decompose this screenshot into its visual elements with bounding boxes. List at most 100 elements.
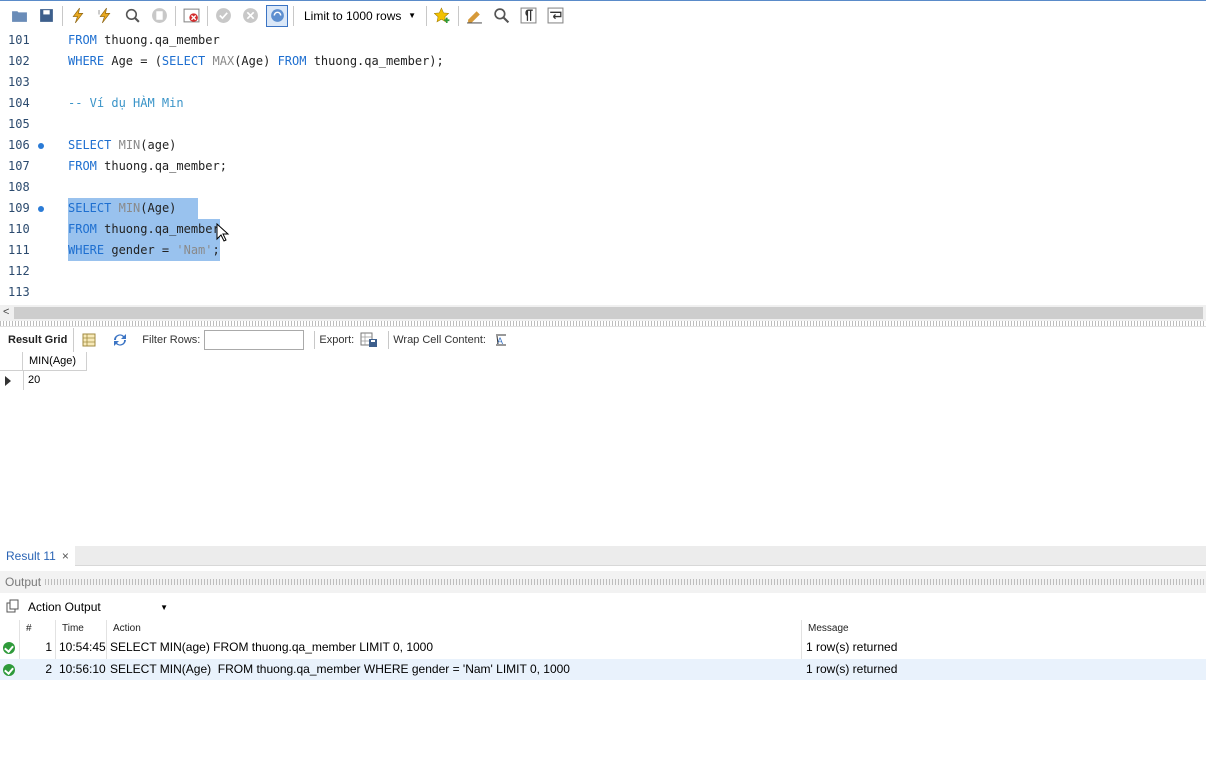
code-line[interactable]: 103 <box>0 72 1206 93</box>
column-header[interactable]: MIN(Age) <box>23 352 87 371</box>
code-line[interactable]: 108 <box>0 177 1206 198</box>
mouse-cursor-icon <box>216 223 230 242</box>
code-text: FROM thuong.qa_member <box>68 33 220 47</box>
filter-rows-input[interactable] <box>204 330 305 350</box>
export-icon[interactable] <box>360 332 378 348</box>
line-number: 106 <box>8 138 30 152</box>
toolbar-separator <box>207 5 208 26</box>
code-line[interactable]: 106 SELECT MIN(age) <box>0 135 1206 156</box>
open-folder-icon[interactable] <box>8 5 30 27</box>
line-number: 111 <box>8 243 30 257</box>
chevron-down-icon: ▼ <box>408 11 416 20</box>
code-line[interactable]: 101 FROM thuong.qa_member <box>0 30 1206 51</box>
copy-icon[interactable] <box>6 599 20 616</box>
code-line[interactable]: 110 FROM thuong.qa_member <box>0 219 1206 240</box>
sql-editor[interactable]: 101 FROM thuong.qa_member 102 WHERE Age = (… <box>0 30 1206 305</box>
code-text: -- Ví dụ HÀM Min <box>68 96 184 110</box>
output-grip[interactable] <box>45 579 1206 585</box>
stop-icon[interactable] <box>148 5 170 27</box>
table-header-row: # Time Action Message <box>0 620 1206 638</box>
autocommit-icon[interactable] <box>266 4 288 27</box>
invisible-chars-icon[interactable] <box>517 5 539 27</box>
toolbar-separator <box>62 5 63 26</box>
scroll-left-icon[interactable]: < <box>3 306 9 318</box>
find-icon[interactable] <box>490 5 512 27</box>
code-text: SELECT MIN(Age) <box>68 198 199 219</box>
line-number: 113 <box>8 285 30 299</box>
statement-marker-icon[interactable] <box>38 143 44 149</box>
header-time: Time <box>62 623 84 634</box>
row-action: SELECT MIN(Age) FROM thuong.qa_member WH… <box>110 662 570 676</box>
table-row[interactable]: 20 <box>0 371 88 390</box>
bookmark-icon[interactable] <box>431 5 453 27</box>
code-line[interactable]: 111 WHERE gender = 'Nam'; <box>0 240 1206 261</box>
panel-splitter[interactable] <box>0 321 1206 327</box>
wrap-icon[interactable] <box>544 5 566 27</box>
success-icon <box>3 637 19 654</box>
row-time: 10:54:45 <box>59 640 106 654</box>
tab-result-11[interactable]: Result 11 × <box>0 546 75 566</box>
explain-icon[interactable] <box>121 5 143 27</box>
line-number: 102 <box>8 54 30 68</box>
line-number: 112 <box>8 264 30 278</box>
code-line[interactable]: 102 WHERE Age = (SELECT MAX(Age) FROM thu… <box>0 51 1206 72</box>
commit-icon[interactable] <box>212 5 234 27</box>
row-message: 1 row(s) returned <box>806 662 898 676</box>
output-title: Output <box>5 575 42 589</box>
result-toolbar: Result Grid Filter Rows: Export: Wrap Ce… <box>0 328 1206 352</box>
scrollbar-thumb[interactable] <box>14 307 1203 319</box>
statement-marker-icon[interactable] <box>38 206 44 212</box>
execute-current-icon[interactable]: I <box>94 5 116 27</box>
line-number: 107 <box>8 159 30 173</box>
save-icon[interactable] <box>35 5 57 27</box>
grid-corner[interactable] <box>0 352 23 371</box>
wrap-cell-content-label: Wrap Cell Content: <box>393 334 486 346</box>
code-line[interactable]: 104 -- Ví dụ HÀM Min <box>0 93 1206 114</box>
beautify-icon[interactable] <box>463 5 485 27</box>
result-grid-tab[interactable]: Result Grid <box>0 328 75 352</box>
wrap-cell-content-icon[interactable]: A <box>494 333 508 347</box>
line-number: 110 <box>8 222 30 236</box>
line-number: 105 <box>8 117 30 131</box>
code-line[interactable]: 112 <box>0 261 1206 282</box>
output-type-label: Action Output <box>28 600 101 614</box>
code-line[interactable]: 105 <box>0 114 1206 135</box>
toolbar-separator <box>175 5 176 26</box>
output-type-select[interactable]: Action Output ▼ <box>24 597 172 617</box>
output-panel-header: Output <box>0 571 1206 593</box>
svg-text:I: I <box>98 9 100 16</box>
table-row[interactable]: 1 10:54:45 SELECT MIN(age) FROM thuong.q… <box>0 637 1206 658</box>
row-num: 1 <box>45 640 52 654</box>
grid-cell[interactable]: 20 <box>23 371 87 390</box>
close-icon[interactable]: × <box>62 547 69 566</box>
row-time: 10:56:10 <box>59 662 106 676</box>
toolbar-separator <box>426 5 427 26</box>
header-action: Action <box>113 623 141 634</box>
result-tab-label: Result 11 <box>6 548 56 563</box>
row-num: 2 <box>45 662 52 676</box>
code-line[interactable]: 109 SELECT MIN(Age) <box>0 198 1206 219</box>
header-message: Message <box>808 623 849 634</box>
limit-rows-label: Limit to 1000 rows <box>304 8 402 23</box>
execute-icon[interactable] <box>67 5 89 27</box>
toolbar-separator <box>458 5 459 26</box>
table-row[interactable]: 2 10:56:10 SELECT MIN(Age) FROM thuong.q… <box>0 659 1206 680</box>
refresh-icon[interactable] <box>112 333 128 347</box>
rollback-icon[interactable] <box>239 5 261 27</box>
code-line[interactable]: 113 <box>0 282 1206 303</box>
export-label: Export: <box>319 334 355 346</box>
editor-horizontal-scrollbar[interactable]: < <box>0 305 1206 321</box>
code-text: FROM thuong.qa_member; <box>68 159 227 173</box>
limit-rows-select[interactable]: Limit to 1000 rows ▼ <box>298 6 420 26</box>
toggle-error-icon[interactable] <box>180 5 202 27</box>
row-message: 1 row(s) returned <box>806 640 898 654</box>
header-num: # <box>26 623 32 634</box>
line-number: 103 <box>8 75 30 89</box>
code-text: FROM thuong.qa_member <box>68 219 220 240</box>
code-line[interactable]: 107 FROM thuong.qa_member; <box>0 156 1206 177</box>
success-icon <box>3 659 19 676</box>
form-editor-icon[interactable] <box>82 333 96 347</box>
code-text: WHERE gender = 'Nam'; <box>68 240 220 261</box>
row-marker-icon <box>5 376 11 386</box>
chevron-down-icon: ▼ <box>160 602 168 612</box>
